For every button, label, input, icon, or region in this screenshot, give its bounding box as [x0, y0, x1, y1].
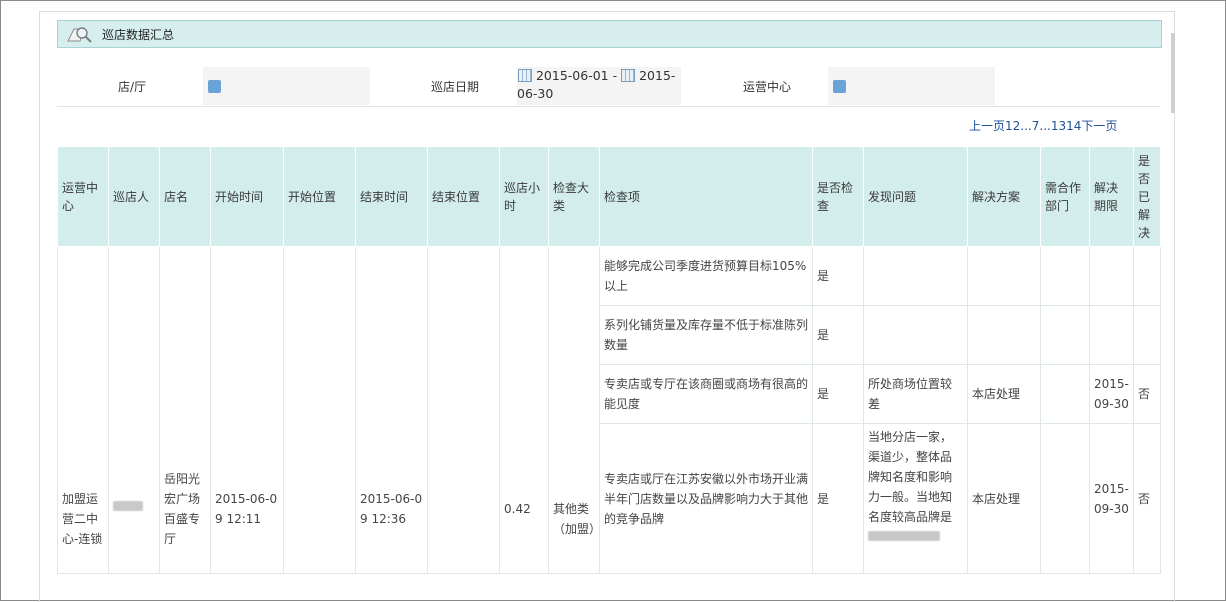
date-start: 2015-06-01 [535, 68, 609, 83]
column-header: 巡店小时 [499, 146, 549, 247]
page-link-13[interactable]: 13 [1051, 119, 1066, 133]
check-item-cell: 专卖店或专厅在该商圈或商场有很高的能见度 [599, 364, 813, 424]
panel-header: 巡店数据汇总 [57, 20, 1162, 48]
check-item-cell: 系列化铺货量及库存量不低于标准陈列数量 [599, 305, 813, 365]
inspection-table: 运营中心 巡店人 店名 开始时间 开始位置 结束时间 结束位置 巡店小时 检查大… [57, 146, 1161, 574]
magnifier-document-icon [67, 27, 92, 43]
deadline-cell [1089, 305, 1134, 365]
ops-center-input[interactable] [828, 67, 995, 105]
checked-cell: 是 [812, 305, 864, 365]
page-ellipsis: ... [1020, 119, 1032, 133]
start-time-cell: 2015-06-09 12:11 [210, 246, 284, 574]
calendar-icon[interactable] [621, 69, 636, 82]
checked-cell: 是 [812, 364, 864, 424]
resolved-cell: 否 [1133, 423, 1161, 574]
date-separator: - [612, 68, 618, 83]
calendar-icon[interactable] [518, 69, 532, 82]
end-time-cell: 2015-06-09 12:36 [355, 246, 428, 574]
dept-cell [1040, 364, 1090, 424]
store-input[interactable] [203, 67, 370, 105]
column-header: 需合作部门 [1040, 146, 1090, 247]
panel-title: 巡店数据汇总 [102, 27, 175, 42]
column-header: 结束位置 [427, 146, 500, 247]
column-header: 是否检查 [812, 146, 864, 247]
column-header: 是否已解决 [1133, 146, 1161, 247]
problem-text: 当地分店一家，渠道少，整体品牌知名度和影响力一般。当地知名度较高品牌是 [868, 430, 953, 524]
end-location-cell [427, 246, 500, 574]
deadline-cell [1089, 246, 1134, 306]
column-header: 巡店人 [108, 146, 160, 247]
column-header: 检查项 [599, 146, 813, 247]
column-header: 开始时间 [210, 146, 284, 247]
dept-cell [1040, 246, 1090, 306]
solution-cell: 本店处理 [967, 423, 1041, 574]
problem-cell [863, 246, 968, 306]
dept-cell [1040, 423, 1090, 574]
redacted-brand [868, 531, 940, 541]
solution-cell [967, 246, 1041, 306]
deadline-cell: 2015-09-30 [1089, 364, 1134, 424]
column-header: 检查大类 [548, 146, 600, 247]
date-label: 巡店日期 [431, 80, 480, 94]
resolved-cell: 否 [1133, 364, 1161, 424]
problem-cell: 当地分店一家，渠道少，整体品牌知名度和影响力一般。当地知名度较高品牌是 [863, 423, 968, 574]
filter-bar: 店/厅 巡店日期 2015-06-01 - 2015- 06-30 运营中心 [57, 66, 1160, 106]
check-item-cell: 能够完成公司季度进货预算目标105%以上 [599, 246, 813, 306]
check-item-cell: 专卖店或厅在江苏安徽以外市场开业满半年门店数量以及品牌影响力大于其他的竞争品牌 [599, 423, 813, 574]
store-name-cell: 岳阳光宏广场百盛专厅 [159, 246, 211, 574]
page-link-14[interactable]: 14 [1066, 119, 1081, 133]
date-range-input[interactable]: 2015-06-01 - 2015- 06-30 [517, 67, 681, 105]
vertical-scrollbar[interactable] [1171, 33, 1175, 113]
date-end-year: 2015- [639, 68, 676, 83]
category-cell: 其他类（加盟） [548, 246, 601, 574]
prev-page-link[interactable]: 上一页 [969, 119, 1005, 133]
divider [57, 106, 1160, 107]
column-header: 店名 [159, 146, 211, 247]
checked-cell: 是 [812, 423, 864, 574]
deadline-cell: 2015-09-30 [1089, 423, 1134, 574]
ops-search-icon[interactable] [833, 80, 846, 93]
table-header-row: 运营中心 巡店人 店名 开始时间 开始位置 结束时间 结束位置 巡店小时 检查大… [57, 146, 1161, 247]
problem-cell: 所处商场位置较差 [863, 364, 968, 424]
ops-center-cell: 加盟运营二中心-连锁 [57, 246, 109, 574]
pagination: 上一页12...7...1314下一页 [969, 117, 1117, 134]
column-header: 发现问题 [863, 146, 968, 247]
checked-cell: 是 [812, 246, 864, 306]
page-ellipsis: ... [1039, 119, 1051, 133]
store-label: 店/厅 [118, 80, 147, 94]
column-header: 解决期限 [1089, 146, 1134, 247]
column-header: 开始位置 [283, 146, 356, 247]
dept-cell [1040, 305, 1090, 365]
resolved-cell [1133, 246, 1161, 306]
column-header: 结束时间 [355, 146, 428, 247]
resolved-cell [1133, 305, 1161, 365]
redacted-inspector [113, 501, 143, 511]
solution-cell: 本店处理 [967, 364, 1041, 424]
hours-cell: 0.42 [499, 246, 549, 574]
solution-cell [967, 305, 1041, 365]
page-link-1[interactable]: 1 [1005, 119, 1013, 133]
store-search-icon[interactable] [208, 80, 221, 93]
column-header: 运营中心 [57, 146, 109, 247]
inspector-cell [108, 246, 160, 574]
column-header: 解决方案 [967, 146, 1041, 247]
date-end-rest: 06-30 [517, 86, 554, 101]
table-row: 加盟运营二中心-连锁 岳阳光宏广场百盛专厅 2015-06-09 12:11 2… [57, 246, 1161, 574]
start-location-cell [283, 246, 356, 574]
ops-center-label: 运营中心 [743, 80, 792, 94]
problem-cell [863, 305, 968, 365]
next-page-link[interactable]: 下一页 [1081, 119, 1117, 133]
